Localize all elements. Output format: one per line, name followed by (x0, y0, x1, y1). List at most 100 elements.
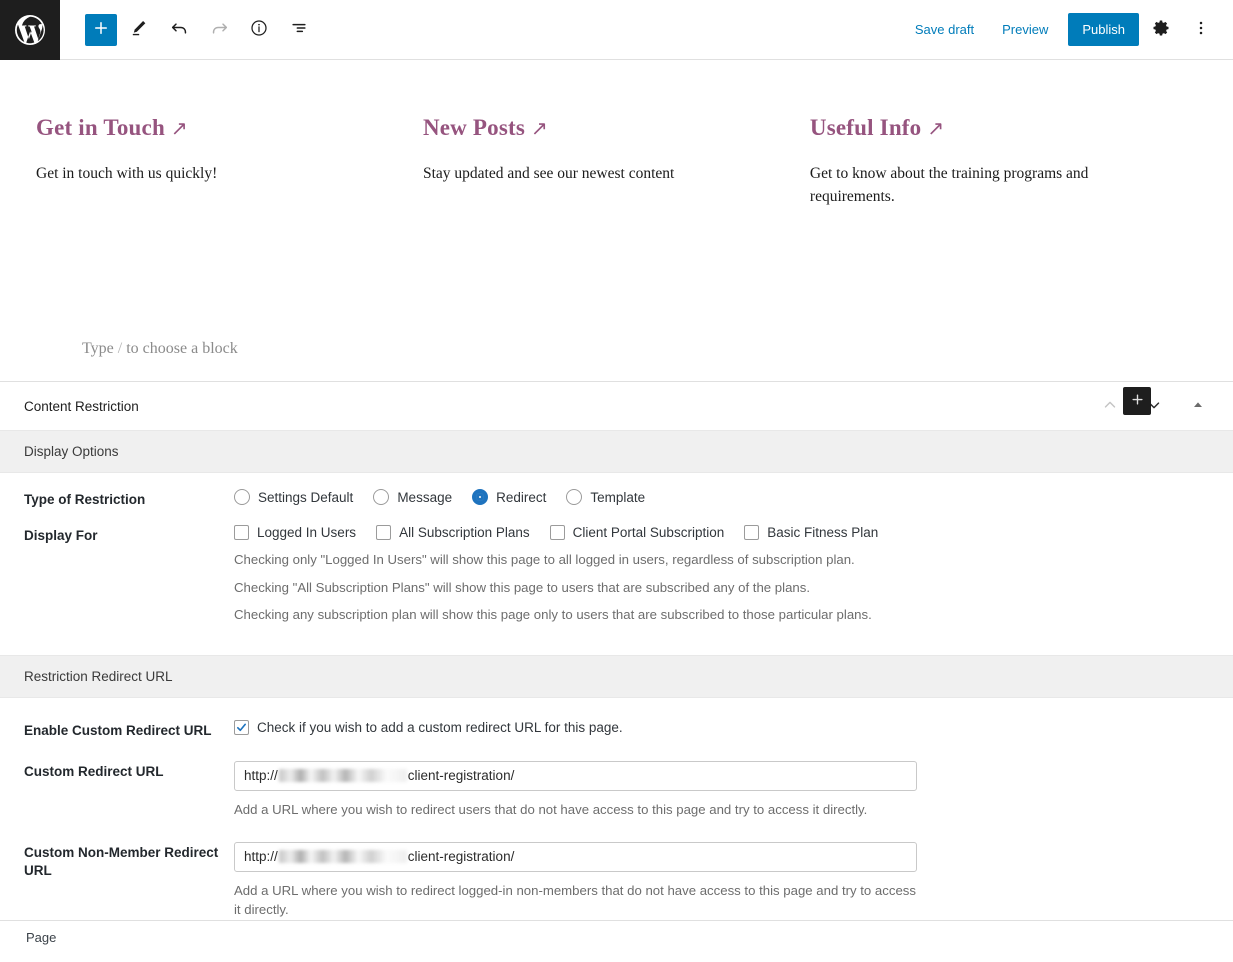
display-for-helper-1: Checking only "Logged In Users" will sho… (234, 552, 855, 568)
display-for-helper-2: Checking "All Subscription Plans" will s… (234, 579, 810, 595)
enable-custom-redirect-label: Enable Custom Redirect URL (24, 722, 212, 738)
ellipsis-vertical-icon (1191, 18, 1211, 41)
checkbox-logged-in-users[interactable]: Logged In Users (234, 525, 357, 541)
redacted-domain (278, 769, 407, 783)
column-heading-1-text: Get in Touch (36, 115, 165, 140)
type-of-restriction-radio-group: Settings Default Message Redirect Templa… (234, 489, 1209, 505)
checkbox-icon (549, 525, 565, 541)
external-link-arrow-icon: ↗ (927, 118, 945, 140)
editor-canvas: Get in Touch ↗ Get in touch with us quic… (0, 60, 1233, 415)
pencil-icon (129, 18, 149, 41)
custom-redirect-url-input[interactable]: http:// client-registration/ (234, 760, 917, 791)
post-type-label: Page (26, 930, 57, 946)
checkbox-enable-custom-redirect[interactable]: Check if you wish to add a custom redire… (234, 719, 623, 735)
column-block-1[interactable]: Get in Touch ↗ Get in touch with us quic… (36, 115, 423, 208)
column-heading-2[interactable]: New Posts ↗ (423, 115, 780, 141)
type-of-restriction-label: Type of Restriction (24, 492, 146, 507)
enable-custom-redirect-row: Enable Custom Redirect URL Check if you … (0, 698, 1233, 740)
collapse-toggle-button[interactable] (1187, 395, 1209, 417)
content-restriction-metabox: Content Restriction Display Options Type… (0, 382, 1233, 946)
column-heading-3[interactable]: Useful Info ↗ (810, 115, 1167, 141)
preview-button[interactable]: Preview (990, 14, 1060, 45)
columns-block[interactable]: Get in Touch ↗ Get in touch with us quic… (0, 60, 1233, 208)
restriction-redirect-url-section-bar: Restriction Redirect URL (0, 654, 1233, 698)
radio-template-label: Template (590, 489, 646, 505)
column-heading-3-text: Useful Info (809, 115, 922, 140)
undo-button[interactable] (161, 12, 197, 48)
move-up-button[interactable] (1099, 395, 1121, 417)
type-of-restriction-row: Type of Restriction Settings Default Mes… (0, 473, 1233, 509)
plus-icon (1130, 392, 1145, 410)
checkbox-logged-in-users-label: Logged In Users (257, 525, 357, 541)
column-block-2[interactable]: New Posts ↗ Stay updated and see our new… (423, 115, 810, 208)
checkbox-basic-fitness-plan[interactable]: Basic Fitness Plan (744, 525, 879, 541)
radio-icon (566, 489, 583, 505)
settings-button[interactable] (1143, 12, 1179, 48)
redo-button[interactable] (201, 12, 237, 48)
editor-header: Save draft Preview Publish (0, 0, 1233, 60)
publish-button[interactable]: Publish (1068, 13, 1139, 46)
restriction-redirect-url-form: Enable Custom Redirect URL Check if you … (0, 698, 1233, 921)
display-for-label: Display For (24, 528, 98, 544)
checkbox-all-subscription-plans[interactable]: All Subscription Plans (376, 525, 530, 541)
display-for-helper-text: Checking only "Logged In Users" will sho… (234, 540, 1209, 625)
display-options-section-bar: Display Options (0, 430, 1233, 473)
editor-toolbar (60, 12, 317, 48)
undo-arrow-icon (169, 18, 190, 42)
add-block-button[interactable] (85, 13, 117, 46)
radio-redirect[interactable]: Redirect (472, 489, 546, 505)
radio-icon (234, 489, 250, 505)
display-for-checkbox-group: Logged In Users All Subscription Plans C… (234, 525, 1209, 541)
metabox-title: Content Restriction (24, 398, 139, 414)
external-link-arrow-icon: ↗ (170, 118, 188, 140)
caret-up-icon (1192, 399, 1204, 414)
column-paragraph-2[interactable]: Stay updated and see our newest content (423, 163, 780, 185)
display-for-helper-3: Checking any subscription plan will show… (234, 607, 872, 623)
details-button[interactable] (241, 12, 277, 48)
custom-non-member-redirect-url-helper: Add a URL where you wish to redirect log… (234, 882, 916, 918)
radio-message[interactable]: Message (373, 489, 452, 505)
list-view-button[interactable] (281, 12, 317, 48)
empty-block-placeholder[interactable]: Type / to choose a block (82, 340, 238, 358)
chevron-up-icon (1101, 396, 1119, 417)
canvas-block-appender-button[interactable] (1123, 387, 1151, 415)
radio-settings-default[interactable]: Settings Default (234, 489, 353, 505)
metabox-actions (1099, 395, 1219, 417)
column-paragraph-1[interactable]: Get in touch with us quickly! (36, 163, 393, 185)
radio-icon-selected (472, 489, 489, 505)
wordpress-logo-icon (12, 12, 48, 48)
checkbox-icon (744, 525, 760, 541)
tools-pencil-button[interactable] (121, 12, 157, 48)
checkbox-all-subscription-plans-label: All Subscription Plans (399, 525, 530, 541)
metabox-footer: Page (0, 920, 1233, 945)
placeholder-prefix: Type (82, 340, 114, 357)
custom-non-member-redirect-url-input[interactable]: http:// client-registration/ (234, 841, 917, 872)
plus-icon (92, 19, 110, 40)
column-heading-1[interactable]: Get in Touch ↗ (36, 115, 393, 141)
metabox-header: Content Restriction (0, 382, 1233, 430)
custom-redirect-url-prefix: http:// (244, 768, 278, 784)
info-circle-icon (249, 18, 269, 41)
radio-redirect-label: Redirect (496, 489, 547, 505)
custom-redirect-url-helper: Add a URL where you wish to redirect use… (234, 801, 868, 817)
redacted-domain (278, 850, 407, 864)
column-block-3[interactable]: Useful Info ↗ Get to know about the trai… (810, 115, 1197, 208)
checkbox-client-portal-subscription[interactable]: Client Portal Subscription (549, 525, 724, 541)
save-draft-button[interactable]: Save draft (903, 14, 986, 45)
checkbox-enable-custom-redirect-text: Check if you wish to add a custom redire… (257, 719, 623, 735)
list-view-icon (289, 18, 309, 41)
checkbox-icon (376, 525, 392, 541)
checkbox-icon-checked (234, 719, 249, 735)
column-paragraph-3[interactable]: Get to know about the training programs … (810, 163, 1167, 208)
more-options-button[interactable] (1183, 12, 1219, 48)
custom-redirect-url-label: Custom Redirect URL (24, 763, 164, 779)
checkbox-basic-fitness-plan-label: Basic Fitness Plan (767, 525, 879, 541)
radio-icon (373, 489, 390, 505)
radio-template[interactable]: Template (566, 489, 645, 505)
display-for-row: Display For Logged In Users All Subscrip… (0, 509, 1233, 632)
display-options-form: Type of Restriction Settings Default Mes… (0, 473, 1233, 633)
custom-non-member-redirect-url-prefix: http:// (244, 849, 278, 865)
redo-arrow-icon (209, 18, 230, 42)
placeholder-suffix: to choose a block (126, 340, 238, 357)
wordpress-logo-button[interactable] (0, 0, 60, 60)
